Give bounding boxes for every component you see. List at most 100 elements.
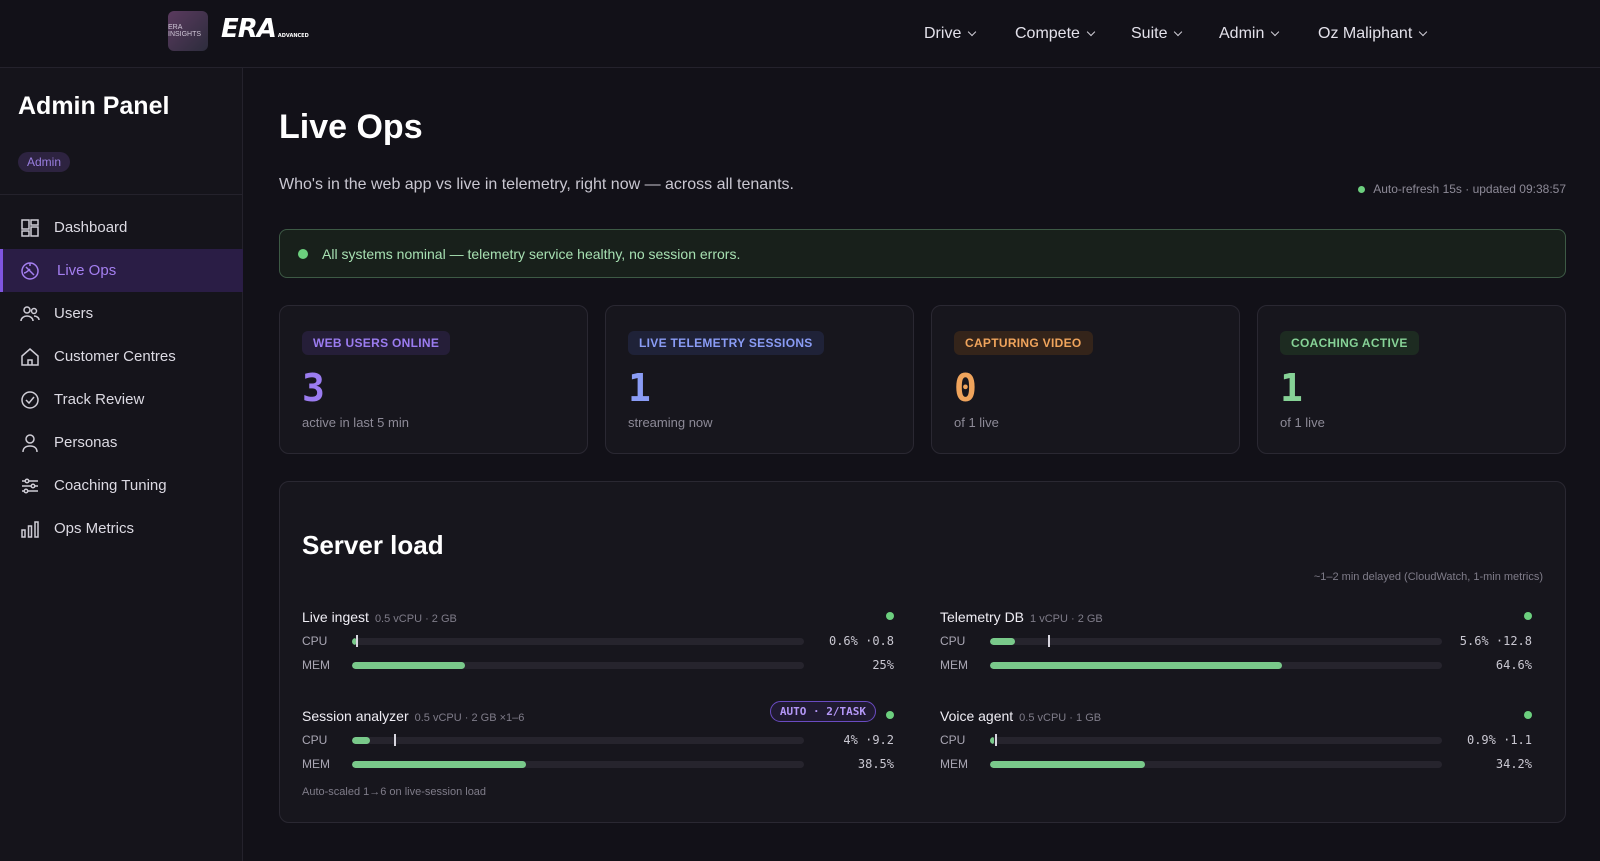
logo-badge-text: ERA INSIGHTS (168, 24, 202, 38)
peak-marker (1047, 635, 1050, 647)
sidebar-divider (0, 194, 243, 195)
meter-value: 38.5% (857, 757, 894, 771)
stat-value: 1 (1280, 366, 1303, 410)
sidebar-title: Admin Panel (18, 92, 170, 120)
main-content: Live Ops Who's in the web app vs live in… (244, 68, 1600, 861)
stat-caption: of 1 live (1280, 415, 1325, 430)
panel-note: ~1–2 min delayed (CloudWatch, 1-min metr… (1313, 571, 1543, 583)
page-title: Live Ops (279, 108, 423, 146)
meter-track (990, 761, 1442, 768)
system-status-banner: All systems nominal — telemetry service … (279, 229, 1566, 278)
service-spec: 0.5 vCPU · 1 GB (1019, 712, 1102, 724)
sidebar-item-label: Dashboard (54, 219, 128, 236)
meter-track (352, 638, 804, 645)
meter-track (990, 662, 1442, 669)
sidebar-item-live-ops[interactable]: Live Ops (0, 249, 243, 292)
auto-refresh-status: Auto-refresh 15s · updated 09:38:57 (1358, 182, 1566, 196)
meter-fill (990, 761, 1145, 768)
meter-label: MEM (302, 658, 330, 672)
cpu-meter: CPU 4% ·9.2 (302, 733, 894, 747)
sidebar-item-coaching-tuning[interactable]: Coaching Tuning (0, 464, 243, 507)
meter-label: CPU (940, 634, 966, 648)
cpu-meter: CPU 0.9% ·1.1 (940, 733, 1532, 747)
mem-meter: MEM 34.2% (940, 757, 1532, 771)
sidebar-item-track-review[interactable]: Track Review (0, 378, 243, 421)
chevron-down-icon (1086, 27, 1096, 37)
meter-value: 0.9% ·1.1 (1466, 733, 1532, 747)
autoscale-badge: AUTO · 2/TASK (769, 701, 876, 722)
meter-label: MEM (302, 757, 330, 771)
nav-suite[interactable]: Suite (1131, 0, 1183, 68)
stat-card-capturing-video: CAPTURING VIDEO 0 of 1 live (931, 305, 1240, 454)
sidebar-item-label: Customer Centres (54, 348, 176, 365)
check-circle-icon (21, 391, 39, 409)
sidebar: Admin Panel Admin Dashboard Live Ops Use… (0, 68, 243, 861)
meter-label: CPU (302, 634, 328, 648)
service-spec: 1 vCPU · 2 GB (1030, 613, 1103, 625)
meter-label: CPU (940, 733, 966, 747)
status-dot-icon (886, 711, 894, 719)
sidebar-item-label: Users (54, 305, 94, 322)
stat-caption: active in last 5 min (302, 415, 409, 430)
stat-value: 1 (628, 366, 651, 410)
meter-value: 34.2% (1495, 757, 1532, 771)
stat-value: 0 (954, 366, 977, 410)
meter-track (352, 662, 804, 669)
nav-drive[interactable]: Drive (924, 0, 977, 68)
sidebar-item-users[interactable]: Users (0, 292, 243, 335)
meter-label: CPU (302, 733, 328, 747)
nav-compete[interactable]: Compete (1015, 0, 1096, 68)
sidebar-item-label: Coaching Tuning (54, 477, 167, 494)
bar-chart-icon (21, 521, 39, 538)
service-name: Live ingest 0.5 vCPU · 2 GB (302, 609, 457, 625)
service-spec: 0.5 vCPU · 2 GB ×1–6 (414, 712, 525, 724)
status-dot-icon (1524, 711, 1532, 719)
logo-sub: ADVANCED (277, 33, 309, 39)
sidebar-item-dashboard[interactable]: Dashboard (0, 206, 243, 249)
nav-admin[interactable]: Admin (1219, 0, 1280, 68)
stat-tag: CAPTURING VIDEO (954, 331, 1093, 355)
top-bar: ERA INSIGHTS ERA ADVANCED Drive Compete S… (0, 0, 1600, 68)
mem-meter: MEM 38.5% (302, 757, 894, 771)
service-name: Session analyzer 0.5 vCPU · 2 GB ×1–6 (302, 708, 525, 724)
sliders-icon (22, 478, 38, 494)
chevron-down-icon (968, 27, 977, 37)
stat-caption: of 1 live (954, 415, 999, 430)
sidebar-item-personas[interactable]: Personas (0, 421, 243, 464)
nav-user-menu[interactable]: Oz Maliphant (1318, 0, 1428, 68)
stat-card-coaching-active: COACHING ACTIVE 1 of 1 live (1257, 305, 1566, 454)
peak-marker (994, 734, 997, 746)
users-icon (20, 306, 40, 322)
person-icon (22, 434, 38, 453)
meter-label: MEM (940, 757, 968, 771)
server-load-panel: Server load ~1–2 min delayed (CloudWatch… (279, 481, 1566, 823)
app-logo[interactable]: ERA ADVANCED (221, 14, 309, 44)
page-subtitle: Who's in the web app vs live in telemetr… (279, 176, 794, 193)
peak-marker (393, 734, 396, 746)
meter-value: 5.6% ·12.8 (1459, 634, 1532, 648)
chevron-down-icon (1419, 27, 1428, 37)
cpu-meter: CPU 5.6% ·12.8 (940, 634, 1532, 648)
meter-label: MEM (940, 658, 968, 672)
meter-value: 4% ·9.2 (843, 733, 894, 747)
stat-caption: streaming now (628, 415, 713, 430)
meter-value: 25% (872, 658, 894, 672)
sidebar-item-label: Ops Metrics (54, 520, 135, 537)
logo-badge[interactable]: ERA INSIGHTS (168, 11, 208, 51)
meter-fill (352, 761, 527, 768)
stat-tag: LIVE TELEMETRY SESSIONS (628, 331, 824, 355)
service-session-analyzer: Session analyzer 0.5 vCPU · 2 GB ×1–6 AUTO… (302, 701, 894, 798)
peak-marker (355, 635, 358, 647)
stat-card-web-users: WEB USERS ONLINE 3 active in last 5 min (279, 305, 588, 454)
meter-fill (990, 737, 995, 744)
chevron-down-icon (1174, 27, 1183, 37)
stat-tag: COACHING ACTIVE (1280, 331, 1419, 355)
sidebar-item-ops-metrics[interactable]: Ops Metrics (0, 507, 243, 550)
home-icon (21, 348, 39, 366)
sidebar-item-customer-centres[interactable]: Customer Centres (0, 335, 243, 378)
meter-fill (990, 662, 1282, 669)
meter-track (352, 761, 804, 768)
service-live-ingest: Live ingest 0.5 vCPU · 2 GB CPU 0.6% ·0.8 ME… (302, 609, 894, 699)
mem-meter: MEM 64.6% (940, 658, 1532, 672)
dashboard-icon (21, 219, 39, 237)
